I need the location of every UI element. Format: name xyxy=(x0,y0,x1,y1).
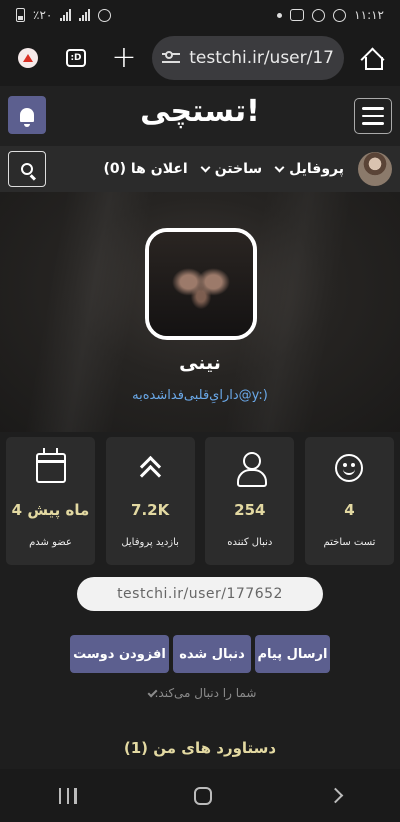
vpn-icon xyxy=(312,8,326,22)
nav-build-label: ساختن xyxy=(214,161,263,177)
recents-button[interactable] xyxy=(58,787,77,804)
search-icon xyxy=(21,163,33,175)
send-message-button[interactable]: ارسال پیام xyxy=(255,635,330,673)
stat-value: 4 xyxy=(344,501,355,519)
profile-hero: نینی دارایِ‌قلبی‌فداشده‌به@y:) xyxy=(0,192,400,432)
update-button[interactable] xyxy=(8,38,48,78)
stat-label: دنبال کننده xyxy=(227,537,273,548)
following-button[interactable]: دنبال شده xyxy=(173,635,251,673)
nav-notifications-label: اعلان ها (0) xyxy=(103,161,188,177)
stat-label: تست ساختم xyxy=(323,537,376,548)
smiley-icon xyxy=(335,454,364,482)
user-icon xyxy=(236,452,267,487)
profile-bio: دارایِ‌قلبی‌فداشده‌به@y:) xyxy=(132,388,268,403)
site-settings-icon[interactable] xyxy=(162,51,181,65)
signal-icon xyxy=(60,9,72,21)
achievements-heading: دستاورد های من (1) xyxy=(123,739,277,757)
profile-picture[interactable] xyxy=(145,228,257,340)
heart-hands-image xyxy=(149,232,253,336)
home-button[interactable] xyxy=(352,38,392,78)
calendar-icon xyxy=(35,448,66,483)
signal-icon-2 xyxy=(79,9,91,21)
address-text: testchi.ir/user/17 xyxy=(189,48,334,68)
home-icon xyxy=(361,47,383,70)
chevrons-up-icon xyxy=(138,454,162,482)
stat-member-since: 4 ماه پیش عضو شدم xyxy=(6,437,95,565)
stat-value: 7.2K xyxy=(131,501,170,519)
back-button[interactable] xyxy=(327,787,344,804)
profile-actions: ارسال پیام دنبال شده افزودن دوست xyxy=(70,635,330,673)
chevron-down-icon xyxy=(274,162,285,172)
tab-switcher-button[interactable]: :D xyxy=(56,38,96,78)
stat-label: بازدید پروفایل xyxy=(121,537,179,548)
profile-url-field[interactable]: testchi.ir/user/177652 xyxy=(77,577,323,611)
stat-value: 254 xyxy=(234,501,266,519)
stat-label: عضو شدم xyxy=(29,537,72,548)
follows-you-note: شما را دنبال می‌کند. xyxy=(0,686,400,700)
status-left: ٪۲۰ xyxy=(16,8,112,22)
stat-followers[interactable]: 254 دنبال کننده xyxy=(205,437,295,565)
site-nav: پروفایل ساختن اعلان ها (0) xyxy=(0,146,400,192)
hamburger-menu-button[interactable] xyxy=(354,98,392,134)
system-home-button[interactable] xyxy=(194,786,213,805)
browser-toolbar: :D + testchi.ir/user/17 xyxy=(0,30,400,86)
nav-build[interactable]: ساختن xyxy=(200,161,263,177)
plus-icon: + xyxy=(111,40,137,75)
nav-notifications[interactable]: اعلان ها (0) xyxy=(103,161,187,177)
wifi-icon xyxy=(98,8,112,22)
stat-tests-made[interactable]: 4 تست ساختم xyxy=(304,437,394,565)
battery-icon xyxy=(16,8,25,22)
stat-profile-views: 7.2K بازدید پروفایل xyxy=(105,437,195,565)
site-header: تستچی! xyxy=(0,86,400,146)
follows-you-text: شما را دنبال می‌کند. xyxy=(154,686,257,700)
notification-dot-icon xyxy=(277,12,283,18)
stat-value: 4 ماه پیش xyxy=(11,501,90,519)
system-nav-bar xyxy=(0,769,400,822)
tab-count: :D xyxy=(66,49,86,67)
status-right: ۱۱:۱۲ xyxy=(277,8,384,22)
avatar[interactable] xyxy=(358,152,392,186)
clock: ۱۱:۱۲ xyxy=(354,8,384,22)
search-button[interactable] xyxy=(8,151,46,187)
profile-name: نینی xyxy=(179,352,221,374)
status-bar: ٪۲۰ ۱۱:۱۲ xyxy=(0,0,400,30)
add-friend-button[interactable]: افزودن دوست xyxy=(70,635,169,673)
stats-row: 4 تست ساختم 254 دنبال کننده 7.2K بازدید … xyxy=(6,437,394,565)
message-icon xyxy=(290,9,305,21)
sync-icon xyxy=(333,8,347,22)
battery-percent: ٪۲۰ xyxy=(33,8,53,22)
site-logo[interactable]: تستچی! xyxy=(0,94,400,129)
hamburger-icon xyxy=(362,107,384,110)
chevron-down-icon xyxy=(200,162,211,172)
nav-profile[interactable]: پروفایل xyxy=(274,161,344,177)
address-bar[interactable]: testchi.ir/user/17 xyxy=(152,36,344,80)
nav-profile-label: پروفایل xyxy=(289,161,344,177)
new-tab-button[interactable]: + xyxy=(104,38,144,78)
update-arrow-icon xyxy=(18,48,38,68)
